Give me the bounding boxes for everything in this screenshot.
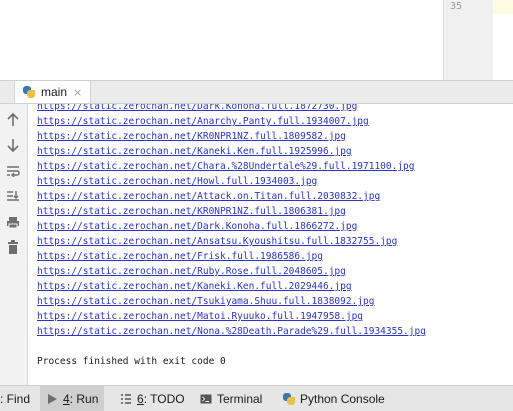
console-link[interactable]: https://static.zerochan.net/Ruby.Rose.fu… (37, 264, 346, 279)
console-link[interactable]: https://static.zerochan.net/Dark.Konoha.… (37, 219, 357, 234)
console-link[interactable]: https://static.zerochan.net/Dark.Konoha.… (37, 104, 357, 114)
print-icon[interactable] (4, 213, 22, 231)
tab-main[interactable]: main × (14, 81, 92, 103)
trash-icon[interactable] (4, 238, 22, 256)
tool-window-bar: : Find 4: Run 6: TODO Terminal Python Co… (0, 385, 513, 411)
console-link[interactable]: https://static.zerochan.net/Anarchy.Pant… (37, 114, 369, 129)
arrow-down-icon[interactable] (4, 136, 22, 154)
line-number: 35 (450, 1, 463, 12)
console-link[interactable]: https://static.zerochan.net/Matoi.Ryuuko… (37, 309, 363, 324)
run-toolbar (0, 104, 28, 385)
current-line-highlight (493, 0, 513, 14)
console-link[interactable]: https://static.zerochan.net/Attack.on.Ti… (37, 189, 380, 204)
close-icon[interactable]: × (73, 87, 82, 98)
console-link[interactable]: https://static.zerochan.net/Kaneki.Ken.f… (37, 144, 352, 159)
console-link[interactable]: https://static.zerochan.net/Ansatsu.Kyou… (37, 234, 397, 249)
console-link[interactable]: https://static.zerochan.net/Frisk.full.1… (37, 249, 323, 264)
python-console-label: Python Console (300, 391, 385, 406)
python-icon (23, 86, 35, 98)
terminal-icon (200, 394, 212, 403)
run-tabbar: main × (0, 80, 513, 104)
todo-tool-button[interactable]: 6: TODO (114, 386, 191, 411)
soft-wrap-icon[interactable] (4, 162, 22, 180)
console-link[interactable]: https://static.zerochan.net/Howl.full.19… (37, 174, 317, 189)
scroll-to-end-icon[interactable] (4, 187, 22, 205)
console-link[interactable]: https://static.zerochan.net/KR0NPR1NZ.fu… (37, 129, 346, 144)
terminal-tool-button[interactable]: Terminal (194, 386, 268, 411)
play-icon (48, 393, 57, 404)
editor-gutter (443, 0, 493, 80)
todo-list-icon (121, 393, 131, 404)
console-link[interactable]: https://static.zerochan.net/Nona.%28Deat… (37, 324, 426, 339)
console-link[interactable]: https://static.zerochan.net/KR0NPR1NZ.fu… (37, 204, 346, 219)
python-console-icon (283, 392, 295, 405)
code-editor[interactable]: 35 (0, 0, 513, 80)
run-tool-button[interactable]: 4: Run (40, 386, 105, 411)
exit-message: Process finished with exit code 0 (37, 356, 226, 367)
arrow-up-icon[interactable] (4, 111, 22, 129)
console-link[interactable]: https://static.zerochan.net/Chara.%28Und… (37, 159, 415, 174)
console-link[interactable]: https://static.zerochan.net/Tsukiyama.Sh… (37, 294, 374, 309)
find-tool-button[interactable]: : Find (0, 386, 36, 411)
console-link[interactable]: https://static.zerochan.net/Kaneki.Ken.f… (37, 279, 352, 294)
todo-label: 6: TODO (137, 391, 185, 406)
terminal-label: Terminal (217, 391, 263, 406)
find-label: : Find (0, 391, 31, 406)
python-console-tool-button[interactable]: Python Console (277, 386, 391, 411)
tab-main-label: main (41, 85, 68, 99)
run-label: 4: Run (63, 391, 99, 406)
console-output[interactable]: https://static.zerochan.net/Dark.Konoha.… (28, 104, 513, 385)
